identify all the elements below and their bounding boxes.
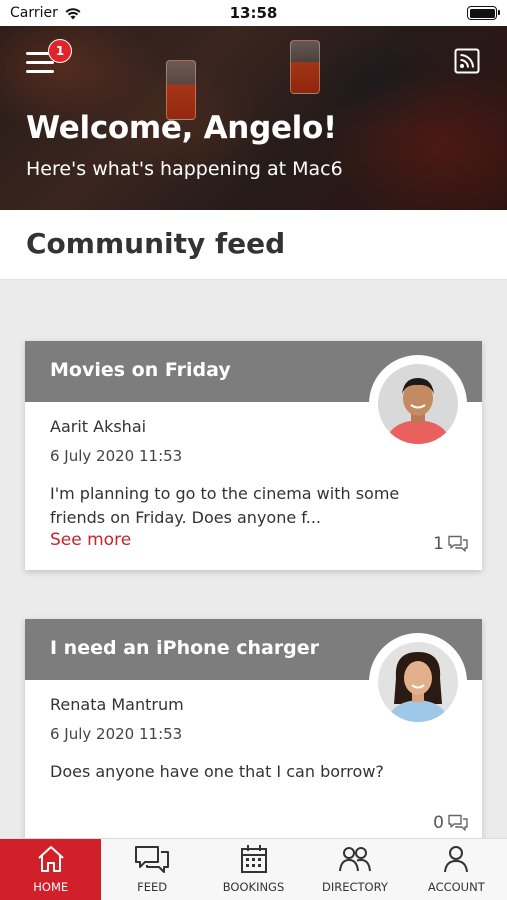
tab-label: DIRECTORY: [321, 880, 388, 894]
calendar-icon: [240, 845, 267, 873]
avatar: [369, 355, 467, 453]
post-date: 6 July 2020 11:53: [50, 725, 183, 743]
see-more-link[interactable]: See more: [50, 530, 131, 550]
comments-icon: [448, 535, 468, 552]
tab-label: HOME: [33, 880, 69, 894]
bottom-tab-bar: HOME FEED BOOKINGS DIRECTORY ACCOUNT: [0, 838, 507, 900]
post-body: I'm planning to go to the cinema with so…: [50, 484, 400, 527]
comment-count-value: 0: [433, 813, 444, 833]
status-bar: Carrier 13:58: [0, 0, 507, 26]
tab-bookings[interactable]: BOOKINGS: [203, 839, 304, 900]
tab-home[interactable]: HOME: [0, 839, 102, 900]
tab-label: BOOKINGS: [222, 880, 285, 894]
page-title: Community feed: [26, 227, 286, 260]
avatar-photo: [378, 642, 458, 722]
tab-directory[interactable]: DIRECTORY: [304, 839, 405, 900]
home-icon: [38, 846, 64, 872]
feed-card[interactable]: Movies on Friday Aarit Akshai 6 July 202…: [25, 341, 482, 570]
battery-icon: [467, 6, 500, 20]
welcome-subtitle: Here's what's happening at Mac6: [26, 158, 343, 180]
feed-card[interactable]: I need an iPhone charger Renata Mantrum …: [25, 619, 482, 841]
people-icon: [338, 847, 371, 872]
comments-icon: [448, 814, 468, 831]
chat-icon: [135, 846, 170, 873]
rss-feed-icon: [454, 48, 480, 74]
menu-button[interactable]: 1: [26, 39, 72, 74]
person-icon: [444, 846, 469, 873]
post-body: Does anyone have one that I can borrow?: [50, 762, 384, 781]
page-header: Community feed: [0, 210, 507, 280]
comment-count[interactable]: 0: [433, 813, 468, 833]
carrier-label: Carrier: [10, 5, 58, 21]
tab-feed[interactable]: FEED: [101, 839, 202, 900]
hero-banner: 1 Welcome, Angelo! Here's what's happeni…: [0, 26, 507, 210]
rss-button[interactable]: [454, 48, 480, 74]
avatar-photo: [378, 364, 458, 444]
post-date: 6 July 2020 11:53: [50, 447, 183, 465]
comment-count-value: 1: [433, 534, 444, 554]
post-author: Aarit Akshai: [50, 417, 147, 436]
tab-label: FEED: [137, 880, 168, 894]
wifi-icon: [65, 7, 81, 19]
welcome-heading: Welcome, Angelo!: [26, 110, 337, 146]
comment-count[interactable]: 1: [433, 534, 468, 554]
notification-badge: 1: [48, 39, 72, 63]
avatar: [369, 633, 467, 731]
tab-account[interactable]: ACCOUNT: [406, 839, 507, 900]
post-author: Renata Mantrum: [50, 695, 184, 714]
tab-label: ACCOUNT: [427, 880, 485, 894]
